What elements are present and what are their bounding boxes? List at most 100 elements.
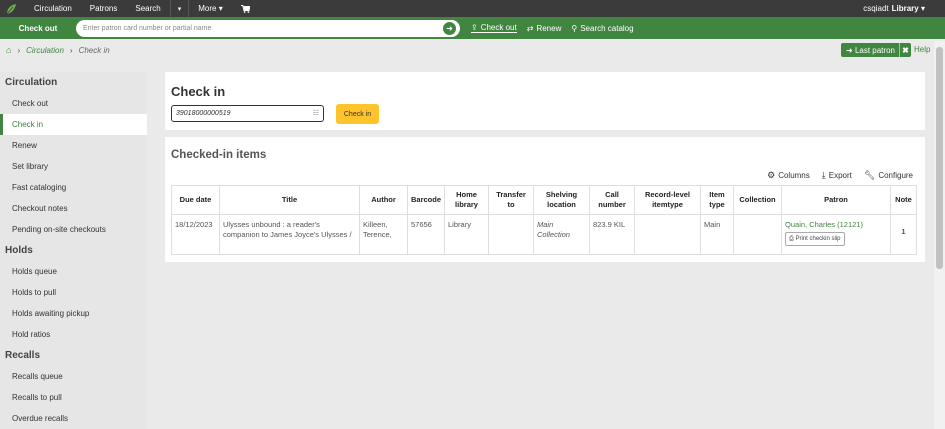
sidebar-heading-holds: Holds xyxy=(5,245,33,256)
last-patron-text: Last patron xyxy=(854,45,895,55)
sidebar-item-check-in[interactable]: Check in xyxy=(0,114,147,135)
col-collection[interactable]: Collection xyxy=(733,185,783,215)
options-icon[interactable]: ☷ xyxy=(313,109,319,117)
col-shelving-label-2: location xyxy=(547,200,576,209)
last-patron-button[interactable]: ➜ Last patron ✖ xyxy=(841,43,911,57)
col-author-label: Author xyxy=(371,195,396,204)
tab-check-out[interactable]: ⇪ Check out xyxy=(471,23,517,33)
col-record-itemtype[interactable]: Record-level itemtype xyxy=(634,185,702,215)
koha-logo-icon[interactable] xyxy=(5,3,17,15)
columns-button[interactable]: ⚙ Columns xyxy=(767,170,810,181)
configure-button[interactable]: 🔧︎ Configure xyxy=(864,170,913,181)
nav-circulation[interactable]: Circulation xyxy=(25,0,81,17)
sidebar-item-holds-to-pull[interactable]: Holds to pull xyxy=(0,282,147,303)
renew-icon: ⇄ xyxy=(526,23,534,33)
col-due-date[interactable]: Due date xyxy=(171,185,220,215)
wrench-icon: 🔧︎ xyxy=(863,170,876,180)
sidebar-item-holds-queue[interactable]: Holds queue xyxy=(0,261,147,282)
sidebar-item-checkout-notes[interactable]: Checkout notes xyxy=(0,198,147,219)
col-item-type-label-2: type xyxy=(709,200,725,209)
col-shelving-location[interactable]: Shelving location xyxy=(533,185,591,215)
patron-link[interactable]: Quain, Charles (12121) xyxy=(785,220,887,230)
col-call-number[interactable]: Call number xyxy=(589,185,636,215)
sidebar-item-hold-ratios[interactable]: Hold ratios xyxy=(0,324,147,345)
tab-search-catalog[interactable]: ⚲ Search catalog xyxy=(571,24,633,33)
col-barcode[interactable]: Barcode xyxy=(406,185,446,215)
checkin-panel: Check in 39018000000519 ☷ Check in xyxy=(165,72,925,130)
sidebar-item-overdue-recalls[interactable]: Overdue recalls xyxy=(0,408,147,429)
sidebar-item-recalls-queue[interactable]: Recalls queue xyxy=(0,366,147,387)
barcode-input-value: 39018000000519 xyxy=(176,110,231,117)
gear-icon: ⚙ xyxy=(767,170,776,180)
print-checkin-slip-button[interactable]: ⎙ Print checkin slip xyxy=(785,232,845,246)
tab-renew-label: Renew xyxy=(536,23,562,33)
sidebar: Circulation Check out Check in Renew Set… xyxy=(0,72,147,429)
breadcrumb-check-in: Check in xyxy=(78,45,110,55)
page-title: Check in xyxy=(171,84,226,99)
configure-label: Configure xyxy=(878,171,913,180)
patron-search-submit-button[interactable]: ➜ xyxy=(439,20,460,37)
col-title[interactable]: Title xyxy=(219,185,360,215)
barcode-input[interactable]: 39018000000519 ☷ xyxy=(171,105,324,122)
checkout-bar-label: Check out xyxy=(18,23,58,33)
col-home-library-label-1: Home xyxy=(456,190,477,199)
col-call-number-label-2: number xyxy=(598,200,626,209)
close-icon[interactable]: ✖ xyxy=(898,43,911,57)
user-menu[interactable]: csqiadt Library ▾ xyxy=(863,0,925,17)
col-note[interactable]: Note xyxy=(890,185,918,215)
more-caret-icon: ▾ xyxy=(218,4,223,13)
sidebar-item-pending-onsite[interactable]: Pending on-site checkouts xyxy=(0,219,147,240)
nav-more[interactable]: More ▾ xyxy=(189,0,231,17)
cell-author: Killeen, Terence, xyxy=(359,214,408,255)
cell-barcode-link[interactable]: 57656 xyxy=(406,214,446,255)
checked-in-items-panel: Checked-in items ⚙ Columns ⤓ Export 🔧︎ Conf… xyxy=(165,137,925,262)
user-caret-icon: ▾ xyxy=(918,4,925,13)
export-button[interactable]: ⤓ Export xyxy=(822,170,852,181)
sidebar-item-renew[interactable]: Renew xyxy=(0,135,147,156)
cell-home-library: Library xyxy=(444,214,490,255)
tab-renew[interactable]: ⇄ Renew xyxy=(527,24,562,33)
last-patron-label: ➜ Last patron xyxy=(846,45,895,55)
search-dropdown-caret-icon[interactable]: ▾ xyxy=(171,5,189,13)
cell-shelving-location: Main Collection xyxy=(533,214,591,255)
nav-search[interactable]: Search xyxy=(126,0,169,17)
breadcrumb: ⌂ › Circulation › Check in xyxy=(6,44,110,56)
col-title-label: Title xyxy=(281,195,298,204)
check-in-button[interactable]: Check in xyxy=(336,104,379,124)
help-link[interactable]: Help xyxy=(914,45,930,54)
col-item-type[interactable]: Item type xyxy=(700,185,735,215)
printer-icon: ⎙ xyxy=(789,236,794,242)
cart-icon[interactable] xyxy=(232,0,259,17)
cell-collection xyxy=(733,214,783,255)
cell-note: 1 xyxy=(890,214,918,255)
page-scrollbar[interactable] xyxy=(934,41,945,429)
col-transfer-to[interactable]: Transfer to xyxy=(488,185,535,215)
col-shelving-label-1: Shelving xyxy=(545,190,578,199)
tab-search-catalog-label: Search catalog xyxy=(580,23,634,33)
sidebar-item-fast-cataloging[interactable]: Fast cataloging xyxy=(0,177,147,198)
sidebar-item-holds-awaiting-pickup[interactable]: Holds awaiting pickup xyxy=(0,303,147,324)
col-note-label: Note xyxy=(895,195,912,204)
cell-item-type: Main xyxy=(700,214,735,255)
sidebar-item-set-library[interactable]: Set library xyxy=(0,156,147,177)
tab-check-out-label: Check out xyxy=(480,23,517,32)
columns-label: Columns xyxy=(778,171,810,180)
home-icon[interactable]: ⌂ xyxy=(6,45,11,55)
col-patron[interactable]: Patron xyxy=(781,185,892,215)
scrollbar-thumb[interactable] xyxy=(936,47,943,269)
user-library: Library xyxy=(891,4,919,13)
table-toolbar: ⚙ Columns ⤓ Export 🔧︎ Configure xyxy=(755,170,913,181)
nav-patrons[interactable]: Patrons xyxy=(81,0,127,17)
patron-search-input[interactable]: Enter patron card number or partial name xyxy=(76,20,439,37)
table-header-row: Due date Title Author Barcode Home librar… xyxy=(171,185,918,215)
col-record-itemtype-label-2: itemtype xyxy=(652,200,683,209)
sidebar-item-check-out[interactable]: Check out xyxy=(0,93,147,114)
cell-title-link[interactable]: Ulysses unbound : a reader's companion t… xyxy=(219,214,360,255)
col-author[interactable]: Author xyxy=(359,185,408,215)
sidebar-item-recalls-to-pull[interactable]: Recalls to pull xyxy=(0,387,147,408)
export-label: Export xyxy=(828,171,852,180)
breadcrumb-circulation[interactable]: Circulation xyxy=(26,46,64,55)
sidebar-heading-circulation: Circulation xyxy=(5,77,58,88)
col-due-date-label: Due date xyxy=(179,195,212,204)
col-home-library[interactable]: Home library xyxy=(444,185,490,215)
